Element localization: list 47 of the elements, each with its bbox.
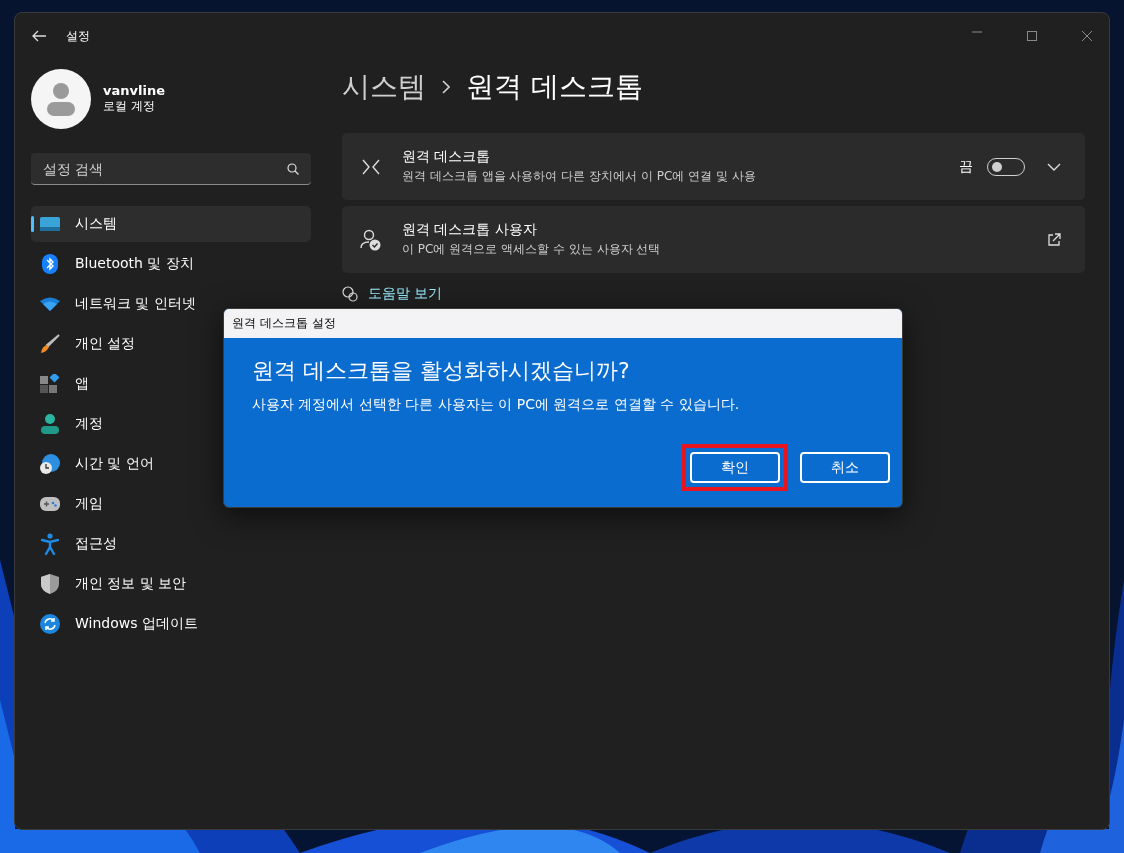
- setting-card[interactable]: 원격 데스크톱 원격 데스크톱 앱을 사용하여 다른 장치에서 이 PC에 연결 및 사용 끔: [342, 133, 1085, 200]
- apps-icon: [40, 374, 60, 394]
- globe-clock-icon: [40, 454, 60, 474]
- accessibility-icon: [41, 533, 59, 555]
- bluetooth-icon: [42, 254, 58, 274]
- sidebar-item[interactable]: 시간 및 언어: [31, 446, 311, 482]
- setting-description: 이 PC에 원격으로 액세스할 수 있는 사용자 선택: [402, 241, 662, 258]
- confirm-button[interactable]: 확인: [690, 452, 780, 483]
- search-icon: [287, 163, 299, 175]
- avatar-icon: [31, 69, 91, 129]
- person-icon: [41, 414, 59, 434]
- account-name: vanvline: [103, 83, 165, 98]
- cancel-button[interactable]: 취소: [800, 452, 890, 483]
- help-icon: [342, 286, 358, 302]
- wifi-icon: [40, 297, 60, 311]
- search-field[interactable]: 설정 검색: [31, 153, 311, 185]
- setting-title: 원격 데스크톱: [402, 148, 492, 166]
- chevron-down-icon[interactable]: [1047, 162, 1061, 171]
- help-link[interactable]: 도움말 보기: [368, 285, 443, 303]
- sidebar-item[interactable]: 접근성: [31, 526, 311, 562]
- account-type: 로컬 계정: [103, 98, 156, 115]
- chevron-right-icon: [442, 80, 450, 94]
- close-icon[interactable]: [1082, 31, 1092, 41]
- dialog-title: 원격 데스크톱 설정: [232, 315, 336, 332]
- sidebar-item[interactable]: Windows 업데이트: [31, 606, 311, 642]
- dialog-message: 사용자 계정에서 선택한 다른 사용자는 이 PC에 원격으로 연결할 수 있습니다.: [252, 396, 741, 414]
- sidebar-item[interactable]: 시스템: [31, 206, 311, 242]
- dialog-heading: 원격 데스크톱을 활성화하시겠습니까?: [252, 357, 631, 385]
- sidebar-item[interactable]: 개인 정보 및 보안: [31, 566, 311, 602]
- paintbrush-icon: [40, 334, 60, 354]
- open-external-icon[interactable]: [1047, 232, 1061, 247]
- shield-icon: [41, 574, 59, 594]
- setting-title: 원격 데스크톱 사용자: [402, 221, 538, 239]
- back-arrow-icon[interactable]: [32, 30, 46, 42]
- monitor-icon: [40, 216, 60, 232]
- user-check-icon: [360, 228, 382, 251]
- window-title: 설정: [66, 27, 90, 45]
- sidebar-item[interactable]: Bluetooth 및 장치: [31, 246, 311, 282]
- update-icon: [40, 614, 60, 634]
- setting-description: 원격 데스크톱 앱을 사용하여 다른 장치에서 이 PC에 연결 및 사용: [402, 168, 757, 185]
- breadcrumb-item[interactable]: 시스템: [342, 68, 426, 106]
- breadcrumb-item: 원격 데스크톱: [466, 69, 643, 105]
- toggle-state-label: 끔: [959, 157, 973, 176]
- setting-card[interactable]: 원격 데스크톱 사용자 이 PC에 원격으로 액세스할 수 있는 사용자 선택: [342, 206, 1085, 273]
- sidebar-item[interactable]: 게임: [31, 486, 311, 522]
- gamepad-icon: [40, 497, 60, 511]
- maximize-icon[interactable]: [1027, 31, 1037, 41]
